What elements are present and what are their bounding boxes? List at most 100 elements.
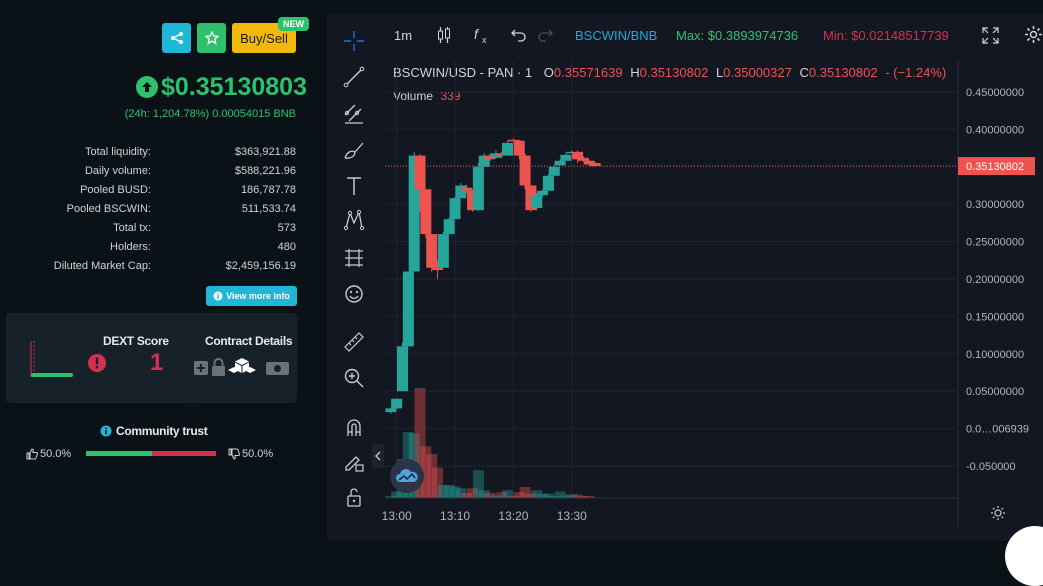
legend-symbol: BSCWIN/USD - PAN · 1 <box>393 65 533 80</box>
emoji-tool[interactable] <box>343 283 365 305</box>
stat-row: Pooled BSCWIN: 511,533.74 <box>0 201 318 220</box>
svg-text:f: f <box>474 26 480 42</box>
text-icon <box>347 177 361 195</box>
fib-tool[interactable] <box>343 103 365 125</box>
undo-icon <box>511 29 526 42</box>
collapse-toolbar-button[interactable] <box>372 444 384 468</box>
stat-label: Total tx: <box>113 222 151 234</box>
trust-bar-positive <box>86 451 152 456</box>
pattern-tool[interactable] <box>343 209 365 231</box>
legend-c-label: C <box>799 65 809 80</box>
crosshair-icon <box>344 31 364 51</box>
interval-selector[interactable]: 1m <box>394 28 412 43</box>
unlock-tool[interactable] <box>343 486 365 508</box>
ruler-icon <box>344 332 364 352</box>
price-value: $0.35130803 <box>161 72 307 101</box>
dext-score-title: DEXT Score <box>103 334 169 348</box>
contract-details-title: Contract Details <box>205 334 293 348</box>
star-icon <box>204 31 219 45</box>
svg-text:x: x <box>482 35 487 44</box>
crosshair-tool[interactable] <box>343 30 365 52</box>
fullscreen-icon <box>982 27 999 44</box>
stat-value: $588,221.96 <box>234 165 296 177</box>
legend-h-label: H <box>630 65 640 80</box>
max-price: Max: $0.3893974736 <box>676 28 799 43</box>
favorite-button[interactable] <box>197 23 226 53</box>
lock-drawing-tool[interactable] <box>343 451 365 473</box>
settings-button[interactable] <box>1024 25 1043 47</box>
tradingview-logo[interactable] <box>390 459 424 493</box>
chevron-left-icon <box>375 451 381 461</box>
trend-line-icon <box>343 66 365 88</box>
contract-details-card[interactable]: Contract Details <box>191 313 297 403</box>
unlock-icon <box>347 488 361 507</box>
stat-label: Total liquidity: <box>84 146 151 158</box>
undo-button[interactable] <box>510 27 526 46</box>
stat-row: Holders: 480 <box>0 239 318 258</box>
contract-icons <box>194 358 289 376</box>
volume-label: Volume <box>393 89 434 103</box>
thumbs-up-vote[interactable]: 50.0% <box>26 448 71 460</box>
candlestick-icon <box>438 27 450 43</box>
prediction-tool[interactable] <box>343 247 365 269</box>
trust-bar-negative <box>152 451 216 456</box>
stat-label: Pooled BSCWIN: <box>66 203 151 215</box>
stat-label: Diluted Market Cap: <box>53 260 151 272</box>
legend-change: - (−1.24%) <box>885 65 947 80</box>
thumbs-down-vote[interactable]: 50.0% <box>228 448 273 460</box>
stat-value: 186,787.78 <box>240 184 296 196</box>
stat-label: Pooled BUSD: <box>80 184 151 196</box>
token-price: $0.35130803 <box>136 72 307 102</box>
cloud-logo-icon <box>396 469 418 482</box>
stat-row: Total tx: 573 <box>0 220 318 239</box>
gear-icon <box>1025 26 1042 43</box>
fib-retracement-icon <box>344 104 363 124</box>
view-more-label: View more info <box>226 291 290 301</box>
stat-label: Holders: <box>110 241 151 253</box>
dext-score-card[interactable]: DEXT Score 1 <box>6 313 208 403</box>
volume-value: 339 <box>440 89 461 103</box>
brush-tool[interactable] <box>343 140 365 162</box>
trust-up-percent: 50.0% <box>40 448 72 460</box>
fullscreen-button[interactable] <box>982 27 999 47</box>
candle-type-button[interactable] <box>437 26 451 47</box>
stat-row: Diluted Market Cap: $2,459,156.19 <box>0 258 318 277</box>
axis-settings-button[interactable] <box>990 505 1006 526</box>
share-icon <box>170 32 183 44</box>
function-icon: fx <box>474 26 487 45</box>
stat-value: 573 <box>277 222 296 234</box>
magnet-tool[interactable] <box>343 416 365 438</box>
redo-icon <box>538 29 553 42</box>
pattern-icon <box>343 209 365 231</box>
pair-label[interactable]: BSCWIN/BNB <box>575 28 657 43</box>
price-change-24h: (24h: 1,204.78%) 0.00054015 BNB <box>124 108 296 120</box>
dext-score-value: 1 <box>150 349 164 376</box>
legend-o-label: O <box>543 65 554 80</box>
stat-row: Total liquidity: $363,921.88 <box>0 144 318 163</box>
stat-row: Daily volume: $588,221.96 <box>0 163 318 182</box>
dext-score-gauge <box>30 341 73 377</box>
stat-value: 511,533.74 <box>241 203 296 215</box>
view-more-info-button[interactable]: View more info <box>206 286 297 306</box>
indicators-button[interactable]: fx <box>473 26 491 47</box>
info-icon <box>213 291 223 301</box>
thumbs-up-icon <box>26 448 38 460</box>
new-badge: NEW <box>278 17 309 31</box>
info-icon <box>100 425 112 437</box>
trend-line-tool[interactable] <box>343 66 365 88</box>
share-button[interactable] <box>162 23 191 53</box>
arrow-up-icon <box>136 76 158 98</box>
volume-legend: Volume 339 <box>393 89 460 103</box>
measure-tool[interactable] <box>343 331 365 353</box>
trust-down-percent: 50.0% <box>242 448 274 460</box>
text-tool[interactable] <box>343 175 365 197</box>
alert-icon <box>88 354 106 372</box>
stats-list: Total liquidity: $363,921.88 Daily volume… <box>0 144 318 277</box>
community-trust-heading: Community trust <box>100 424 208 438</box>
zoom-tool[interactable] <box>343 367 365 389</box>
legend-open: 0.35571639 <box>553 65 623 80</box>
chart-legend: BSCWIN/USD - PAN · 1 O0.35571639 H0.3513… <box>393 65 946 80</box>
stat-value: $363,921.88 <box>234 146 296 158</box>
redo-button[interactable] <box>538 27 554 46</box>
sun-gear-icon <box>991 506 1005 520</box>
